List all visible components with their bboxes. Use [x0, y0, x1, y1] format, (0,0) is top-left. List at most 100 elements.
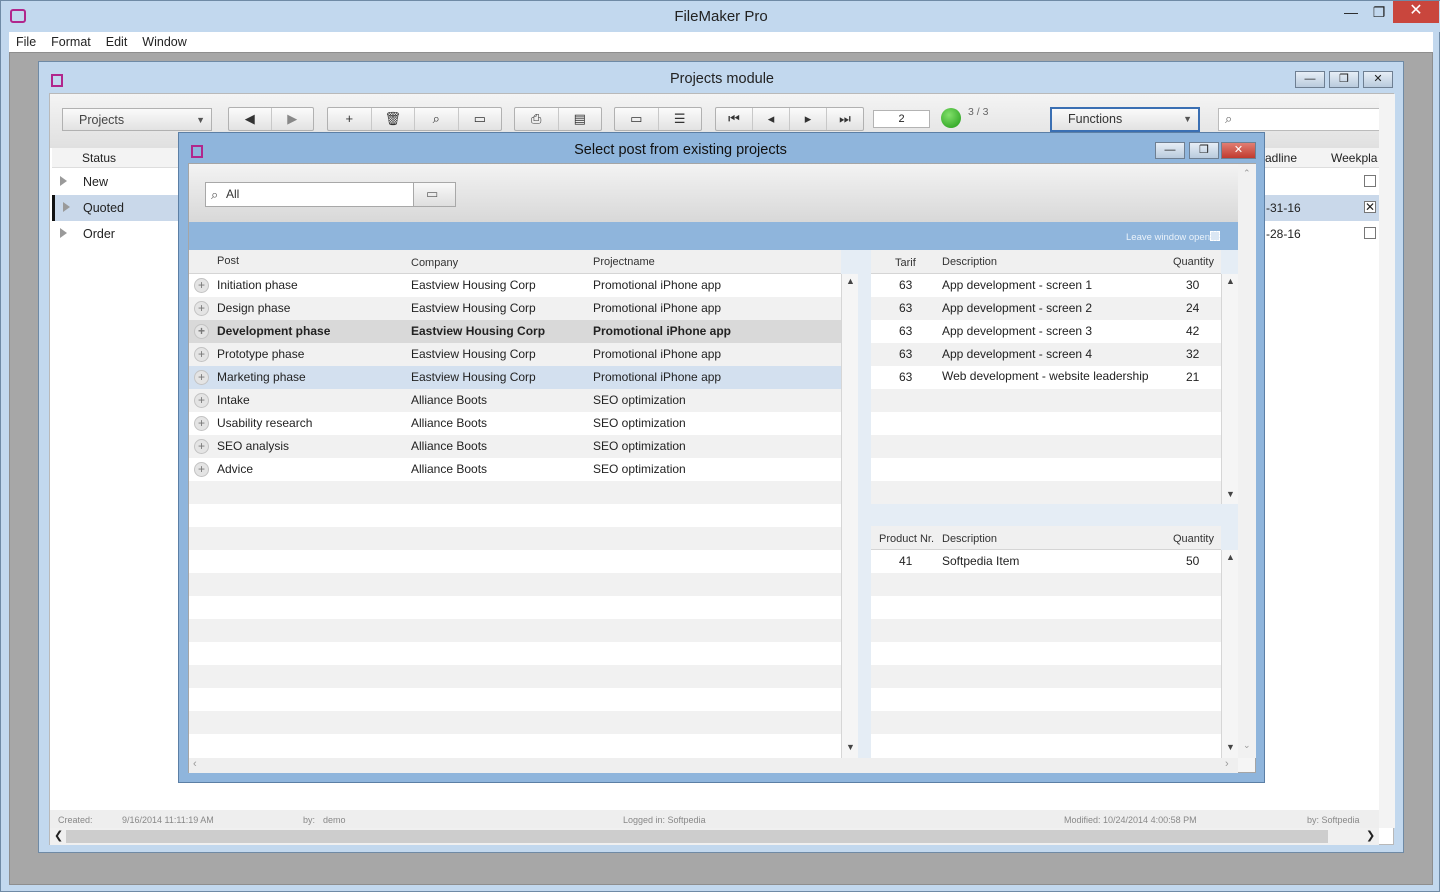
dialog-close-button[interactable]: ✕: [1221, 142, 1256, 159]
task-row[interactable]: 63 App development - screen 1 30: [871, 274, 1221, 297]
post-row[interactable]: + Prototype phase Eastview Housing Corp Pro…: [189, 343, 841, 366]
layout-dropdown[interactable]: Projects ▼: [62, 108, 212, 131]
plus-icon[interactable]: +: [194, 393, 209, 408]
task-row[interactable]: 63 App development - screen 4 32: [871, 343, 1221, 366]
scroll-down-icon[interactable]: ▼: [846, 742, 855, 752]
tarif-column-header[interactable]: Tarif: [895, 257, 916, 269]
functions-dropdown[interactable]: Functions ▼: [1050, 107, 1200, 132]
product-quantity-column-header[interactable]: Quantity: [1173, 533, 1214, 545]
module-vertical-scrollbar[interactable]: [1379, 94, 1395, 828]
plus-icon[interactable]: +: [194, 462, 209, 477]
post-row[interactable]: + Marketing phase Eastview Housing Corp Pro…: [189, 366, 841, 389]
post-row[interactable]: + Advice Alliance Boots SEO optimization: [189, 458, 841, 481]
next-record-button[interactable]: ▸: [790, 108, 827, 130]
post-row[interactable]: + Intake Alliance Boots SEO optimization: [189, 389, 841, 412]
list-view-button[interactable]: ☰: [659, 108, 702, 130]
company-column-header[interactable]: Company: [411, 257, 458, 269]
find-button[interactable]: ⌕: [415, 108, 459, 130]
first-record-button[interactable]: ⏮: [716, 108, 753, 130]
plus-icon[interactable]: +: [194, 324, 209, 339]
scroll-right-icon[interactable]: ›: [1225, 758, 1229, 770]
weekplan-column-header[interactable]: Weekpla: [1331, 151, 1377, 165]
close-button[interactable]: ✕: [1393, 1, 1439, 23]
post-row[interactable]: + Initiation phase Eastview Housing Corp Pr…: [189, 274, 841, 297]
search-input[interactable]: ⌕: [1218, 108, 1388, 131]
dialog-vertical-scrollbar[interactable]: ⌃ ⌄: [1238, 164, 1256, 758]
scroll-left-icon[interactable]: ❮: [54, 829, 63, 842]
deadline-column-header[interactable]: adline: [1265, 151, 1297, 165]
tasks-scrollbar[interactable]: ▲ ▼: [1221, 274, 1238, 504]
minimize-button[interactable]: —: [1336, 2, 1366, 24]
delete-record-button[interactable]: 🗑: [372, 108, 415, 130]
post-row[interactable]: + Design phase Eastview Housing Corp Promot…: [189, 297, 841, 320]
product-row[interactable]: 41 Softpedia Item 50: [871, 550, 1221, 573]
maximize-button[interactable]: ❐: [1364, 2, 1394, 24]
plus-icon[interactable]: +: [194, 301, 209, 316]
task-row[interactable]: 63 Web development - website leadership 21: [871, 366, 1221, 389]
scroll-down-icon[interactable]: ⌄: [1243, 740, 1251, 751]
posts-scrollbar[interactable]: ▲ ▼: [841, 274, 858, 758]
dialog-restore-button[interactable]: ❐: [1189, 142, 1219, 159]
post-row[interactable]: + Usability research Alliance Boots SEO opt…: [189, 412, 841, 435]
module-horizontal-scrollbar[interactable]: ❮ ❯: [50, 828, 1379, 845]
app-titlebar[interactable]: FileMaker Pro — ❐ ✕: [1, 1, 1440, 32]
back-button[interactable]: ◀: [229, 108, 272, 130]
scroll-right-icon[interactable]: ❯: [1366, 829, 1375, 842]
post-company: Eastview Housing Corp: [411, 301, 536, 315]
projectname-column-header[interactable]: Projectname: [593, 256, 655, 268]
export-button[interactable]: ▤: [559, 108, 602, 130]
task-row[interactable]: 63 App development - screen 3 42: [871, 320, 1221, 343]
weekplan-checkbox-checked[interactable]: ✕: [1364, 201, 1376, 213]
dialog-minimize-button[interactable]: —: [1155, 142, 1185, 159]
empty-row: [189, 734, 841, 757]
new-record-button[interactable]: +: [328, 108, 372, 130]
scrollbar-thumb[interactable]: [66, 830, 1328, 843]
menu-format[interactable]: Format: [44, 32, 99, 51]
post-row[interactable]: + Development phase Eastview Housing Corp P…: [189, 320, 841, 343]
scroll-up-icon[interactable]: ▲: [1226, 276, 1235, 286]
scroll-down-icon[interactable]: ▼: [1226, 489, 1235, 499]
post-column-header[interactable]: Post: [217, 255, 239, 267]
post-row[interactable]: + SEO analysis Alliance Boots SEO optimizat…: [189, 435, 841, 458]
plus-icon[interactable]: +: [194, 278, 209, 293]
dialog-search-input[interactable]: ⌕ All: [205, 182, 414, 207]
task-quantity-column-header[interactable]: Quantity: [1173, 256, 1214, 268]
plus-icon[interactable]: +: [194, 370, 209, 385]
show-all-button[interactable]: ▭: [459, 108, 502, 130]
form-view-icon: ▭: [630, 111, 643, 126]
menu-edit[interactable]: Edit: [99, 32, 136, 51]
product-description-column-header[interactable]: Description: [942, 533, 997, 545]
status-column-header[interactable]: Status: [82, 151, 116, 165]
filter-button[interactable]: ▭: [413, 182, 456, 207]
products-scrollbar[interactable]: ▲ ▼: [1221, 550, 1238, 758]
scroll-up-icon[interactable]: ▲: [846, 276, 855, 286]
last-record-button[interactable]: ⏭: [827, 108, 863, 130]
previous-record-button[interactable]: ◂: [753, 108, 790, 130]
dialog-content: Post Company Projectname + Initiation pha…: [189, 250, 1238, 758]
print-button[interactable]: ⎙: [515, 108, 559, 130]
row-arrow-icon: [63, 202, 70, 212]
module-minimize-button[interactable]: —: [1295, 71, 1325, 88]
record-number-input[interactable]: 2: [873, 110, 930, 128]
scroll-up-icon[interactable]: ▲: [1226, 552, 1235, 562]
menu-window[interactable]: Window: [135, 32, 194, 51]
module-restore-button[interactable]: ❐: [1329, 71, 1359, 88]
product-nr-column-header[interactable]: Product Nr.: [879, 533, 934, 545]
plus-icon[interactable]: +: [194, 416, 209, 431]
weekplan-checkbox[interactable]: [1364, 227, 1376, 239]
dialog-horizontal-scrollbar[interactable]: ‹ ›: [189, 758, 1238, 773]
task-row[interactable]: 63 App development - screen 2 24: [871, 297, 1221, 320]
scroll-down-icon[interactable]: ▼: [1226, 742, 1235, 752]
scroll-up-icon[interactable]: ⌃: [1243, 168, 1251, 179]
forward-button[interactable]: ▶: [272, 108, 314, 130]
menu-file[interactable]: File: [9, 32, 44, 51]
scroll-left-icon[interactable]: ‹: [193, 758, 197, 770]
plus-icon[interactable]: +: [194, 347, 209, 362]
select-post-dialog: Select post from existing projects — ❐ ✕…: [178, 132, 1265, 783]
form-view-button[interactable]: ▭: [615, 108, 659, 130]
module-close-button[interactable]: ✕: [1363, 71, 1393, 88]
leave-window-open-checkbox[interactable]: [1210, 231, 1220, 241]
plus-icon[interactable]: +: [194, 439, 209, 454]
task-description-column-header[interactable]: Description: [942, 256, 997, 268]
weekplan-checkbox[interactable]: [1364, 175, 1376, 187]
